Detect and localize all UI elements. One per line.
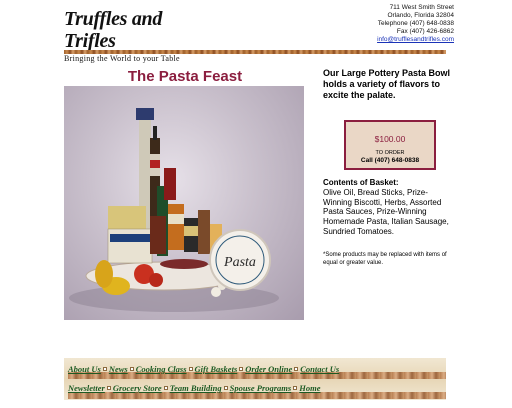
address-telephone: Telephone (407) 648-0838 xyxy=(377,20,454,27)
site-logo[interactable]: Truffles and Trifles Bringing the World … xyxy=(64,8,214,64)
nav-team-building[interactable]: Team Building xyxy=(170,383,222,393)
header-divider xyxy=(64,50,446,54)
nav-separator-icon xyxy=(239,367,244,371)
nav-order-online[interactable]: Order Online xyxy=(245,364,292,374)
footer-nav-row-1: About Us News Cooking Class Gift Baskets… xyxy=(68,364,339,374)
nav-divider xyxy=(68,392,446,399)
order-phone: Call (407) 648-0838 xyxy=(360,157,420,164)
nav-separator-icon xyxy=(106,386,111,390)
product-headline: Our Large Pottery Pasta Bowl holds a var… xyxy=(323,68,451,100)
nav-separator-icon xyxy=(294,367,299,371)
address-street: 711 West Smith Street xyxy=(389,4,454,11)
footer-nav-row-2: Newsletter Grocery Store Team Building S… xyxy=(68,383,320,393)
order-label: TO ORDER xyxy=(375,150,405,156)
product-photo: Pasta xyxy=(64,86,304,320)
nav-newsletter[interactable]: Newsletter xyxy=(68,383,105,393)
basket-contents: Contents of Basket: Olive Oil, Bread Sti… xyxy=(323,178,455,237)
nav-spouse-programs[interactable]: Spouse Programs xyxy=(230,383,292,393)
address-city: Orlando, Florida 32804 xyxy=(387,12,455,19)
nav-separator-icon xyxy=(293,386,298,390)
contents-text: Olive Oil, Bread Sticks, Prize-Winning B… xyxy=(323,187,449,236)
pasta-basket-illustration: Pasta xyxy=(69,108,279,312)
nav-separator-icon xyxy=(223,386,228,390)
nav-home[interactable]: Home xyxy=(299,383,320,393)
price: $100.00 xyxy=(374,134,406,144)
price-box[interactable]: $100.00 TO ORDER Call (407) 648-0838 xyxy=(344,120,436,170)
nav-separator-icon xyxy=(163,386,168,390)
contents-title: Contents of Basket: xyxy=(323,178,399,187)
nav-news[interactable]: News xyxy=(109,364,128,374)
substitution-note: *Some products may be replaced with item… xyxy=(323,252,447,266)
plate-label: Pasta xyxy=(223,255,256,270)
nav-gift-baskets[interactable]: Gift Baskets xyxy=(195,364,238,374)
nav-about-us[interactable]: About Us xyxy=(68,364,101,374)
address-fax: Fax (407) 426-6862 xyxy=(396,28,454,35)
nav-separator-icon xyxy=(188,367,193,371)
logo-title: Truffles and Trifles xyxy=(64,8,163,52)
nav-grocery-store[interactable]: Grocery Store xyxy=(113,383,162,393)
contact-address: 711 West Smith Street Orlando, Florida 3… xyxy=(377,4,454,44)
logo-tagline: Bringing the World to your Table xyxy=(64,54,180,63)
email-link[interactable]: info@trufflesandtrifles.com xyxy=(377,36,454,44)
product-title: The Pasta Feast xyxy=(127,68,243,85)
nav-separator-icon xyxy=(102,367,107,371)
nav-contact-us[interactable]: Contact Us xyxy=(300,364,339,374)
nav-separator-icon xyxy=(129,367,134,371)
nav-cooking-class[interactable]: Cooking Class xyxy=(136,364,187,374)
